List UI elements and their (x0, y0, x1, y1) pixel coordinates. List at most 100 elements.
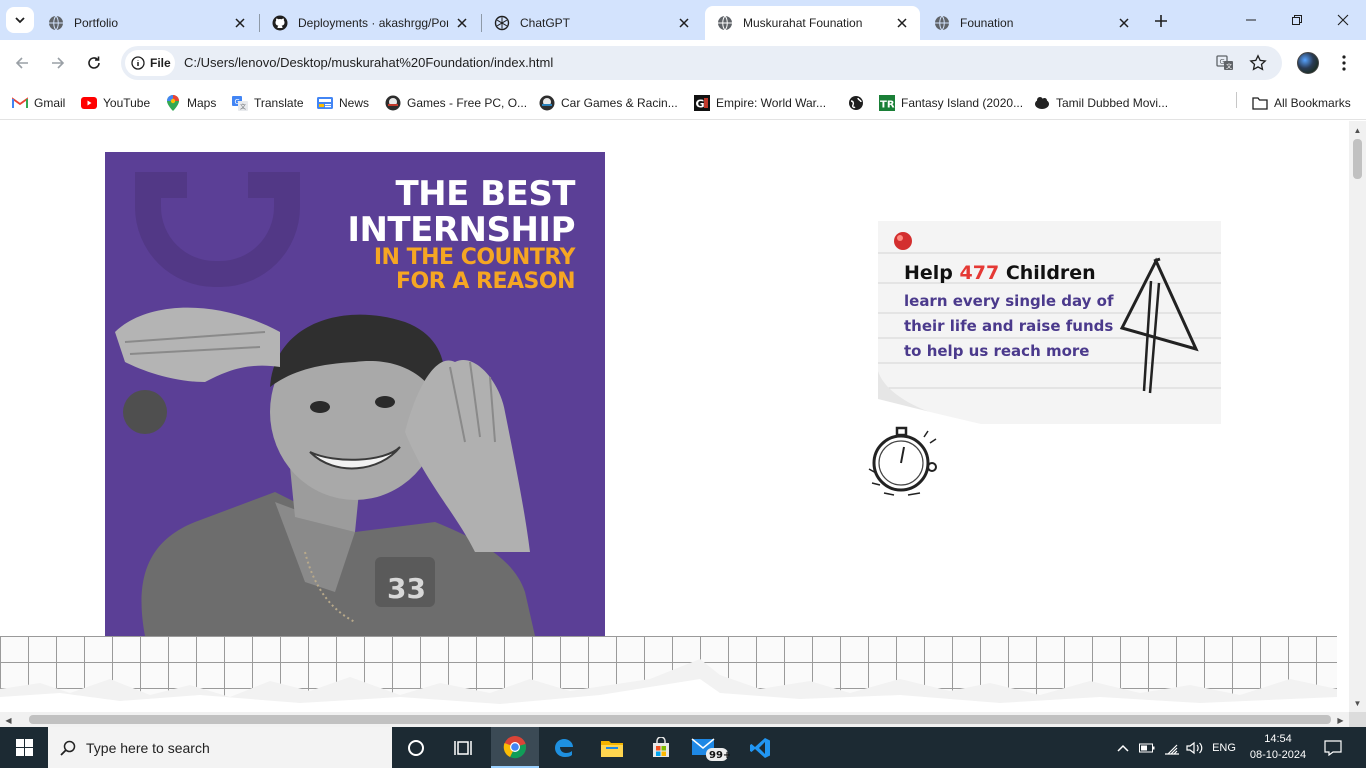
volume-button[interactable] (1184, 727, 1206, 768)
bookmark-games[interactable]: Games - Free PC, O... (385, 92, 527, 114)
start-button[interactable] (0, 727, 48, 768)
browser-menu-button[interactable] (1333, 50, 1355, 76)
address-bar[interactable]: File C:/Users/lenovo/Desktop/muskurahat%… (121, 46, 1282, 80)
tab-portfolio[interactable]: Portfolio (36, 6, 258, 40)
bookmark-tamil-dubbed[interactable]: Tamil Dubbed Movi... (1034, 92, 1168, 114)
reload-button[interactable] (79, 48, 109, 78)
svg-text:TR: TR (880, 100, 895, 111)
bookmark-translate[interactable]: G文 Translate (232, 92, 304, 114)
profile-avatar[interactable] (1297, 52, 1319, 74)
all-bookmarks-label: All Bookmarks (1274, 96, 1351, 110)
bookmark-news[interactable]: News (317, 92, 369, 114)
close-icon[interactable] (454, 15, 470, 31)
tab-title: Founation (960, 16, 1014, 30)
chrome-taskbar-button[interactable] (491, 727, 539, 768)
chevron-down-icon (15, 17, 25, 24)
minimize-button[interactable] (1228, 0, 1274, 40)
close-icon[interactable] (1116, 15, 1132, 31)
bookmark-label: Empire: World War... (716, 96, 827, 110)
task-view-button[interactable] (440, 727, 488, 768)
poster-tagline-1: IN THE COUNTRY (373, 245, 576, 270)
bookmark-youtube[interactable]: YouTube (81, 92, 150, 114)
close-icon[interactable] (676, 15, 692, 31)
mail-icon: 99+ (691, 737, 730, 761)
help-subtext-line-1: learn every single day of (904, 292, 1114, 310)
vscode-taskbar-button[interactable] (736, 727, 784, 768)
back-button[interactable] (7, 48, 37, 78)
taskbar-clock[interactable]: 14:54 08-10-2024 (1248, 731, 1308, 763)
battery-button[interactable] (1136, 727, 1158, 768)
globe-icon (717, 15, 733, 31)
battery-icon (1139, 743, 1155, 752)
translate-icon: G文 (232, 95, 248, 111)
bookmark-star-button[interactable] (1246, 51, 1270, 75)
poster-watermark (248, 172, 300, 198)
all-bookmarks-button[interactable]: All Bookmarks (1252, 92, 1351, 114)
close-icon[interactable] (232, 15, 248, 31)
bookmark-label: Games - Free PC, O... (407, 96, 528, 110)
tab-title: ChatGPT (520, 16, 571, 30)
close-icon[interactable] (894, 15, 910, 31)
svg-text:G: G (696, 98, 705, 111)
forward-button[interactable] (43, 48, 73, 78)
vertical-scrollbar[interactable]: ▲ ▼ (1349, 121, 1366, 712)
mail-badge-text: 99+ (709, 750, 730, 761)
search-icon (60, 740, 76, 756)
bookmarks-bar: Gmail YouTube Maps G文 Translate News Gam… (0, 86, 1366, 120)
scroll-up-arrow[interactable]: ▲ (1349, 123, 1366, 137)
help-suffix: Children (1005, 262, 1096, 284)
tab-deployments[interactable]: Deployments · akashrgg/Por (260, 6, 480, 40)
fantasy-icon: TR (879, 95, 895, 111)
horizontal-scroll-thumb[interactable] (29, 715, 1331, 724)
info-icon (131, 56, 145, 70)
file-explorer-taskbar-button[interactable] (588, 727, 636, 768)
browser-toolbar: File C:/Users/lenovo/Desktop/muskurahat%… (0, 40, 1366, 86)
tab-chatgpt[interactable]: ChatGPT (482, 6, 702, 40)
wifi-button[interactable] (1160, 727, 1184, 768)
children-count: 477 (959, 262, 1000, 284)
scroll-left-arrow[interactable]: ◀ (0, 713, 17, 727)
bookmark-globe[interactable] (848, 92, 870, 114)
microsoft-store-taskbar-button[interactable] (637, 727, 685, 768)
help-subtext-line-2: their life and raise funds (904, 317, 1114, 335)
maps-icon (165, 95, 181, 111)
translate-icon: G文 (1216, 55, 1233, 71)
windows-logo-icon (15, 739, 33, 756)
show-hidden-icons-button[interactable] (1112, 727, 1134, 768)
site-info-chip[interactable]: File (125, 50, 175, 76)
bookmark-maps[interactable]: Maps (165, 92, 216, 114)
reload-icon (88, 56, 100, 69)
tab-muskurahat-founation[interactable]: Muskurahat Founation (705, 6, 920, 40)
tab-founation[interactable]: Founation (922, 6, 1142, 40)
help-headline: Help 477 Children (904, 262, 1096, 284)
edge-taskbar-button[interactable] (540, 727, 588, 768)
notifications-button[interactable] (1318, 727, 1348, 768)
bookmark-empire[interactable]: G Empire: World War... (694, 92, 826, 114)
bookmark-gmail[interactable]: Gmail (12, 92, 65, 114)
scroll-right-arrow[interactable]: ▶ (1332, 713, 1349, 727)
tab-search-button[interactable] (6, 7, 34, 33)
chrome-icon (503, 735, 526, 758)
translate-page-button[interactable]: G文 (1213, 51, 1237, 75)
new-tab-button[interactable] (1148, 8, 1174, 34)
bookmark-fantasy-island[interactable]: TR Fantasy Island (2020... (879, 92, 1023, 114)
vertical-scroll-thumb[interactable] (1353, 139, 1362, 179)
scroll-down-arrow[interactable]: ▼ (1349, 696, 1366, 710)
bookmark-label: News (339, 96, 370, 110)
url-text[interactable]: C:/Users/lenovo/Desktop/muskurahat%20Fou… (184, 55, 553, 70)
horizontal-scrollbar[interactable]: ◀ ▶ (0, 712, 1349, 727)
poster-watermark (135, 172, 187, 198)
taskbar-search-box[interactable]: Type here to search (48, 727, 392, 768)
empire-icon: G (694, 95, 710, 111)
mail-taskbar-button[interactable]: 99+ (686, 727, 734, 768)
tab-title: Portfolio (74, 16, 119, 30)
vscode-icon (750, 737, 770, 758)
github-icon (272, 15, 288, 31)
cortana-button[interactable] (392, 727, 440, 768)
help-subtext-line-3: to help us reach more (904, 342, 1090, 360)
close-window-button[interactable] (1320, 0, 1366, 40)
restore-button[interactable] (1274, 0, 1320, 40)
bookmark-car-games[interactable]: Car Games & Racin... (539, 92, 678, 114)
language-indicator[interactable]: ENG (1208, 727, 1240, 768)
gmail-icon (12, 95, 28, 111)
